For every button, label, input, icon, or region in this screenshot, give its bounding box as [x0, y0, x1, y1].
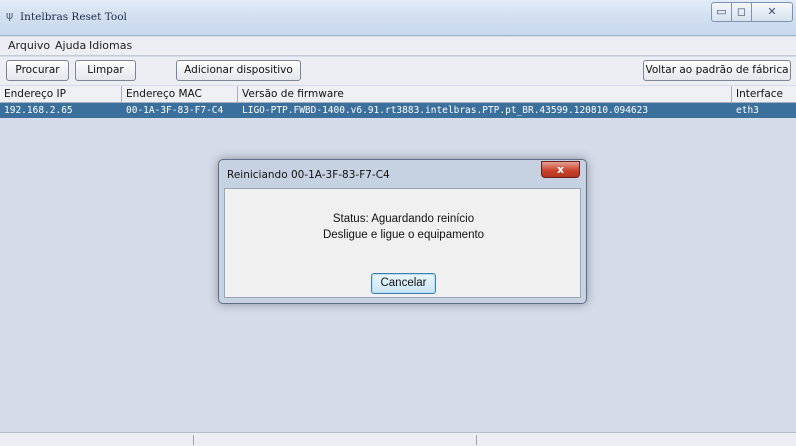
window-titlebar: ψ Intelbras Reset Tool ▭ ◻ ✕ — [0, 0, 796, 36]
menu-idiomas[interactable]: Idiomas — [89, 39, 132, 52]
cell-interface: eth3 — [736, 105, 759, 116]
cell-firmware: LIGO-PTP.FWBD-1400.v6.91.rt3883.intelbra… — [242, 105, 649, 116]
status-divider — [476, 435, 477, 445]
menu-arquivo[interactable]: Arquivo — [8, 39, 50, 52]
add-device-button[interactable]: Adicionar dispositivo — [176, 60, 301, 81]
column-header-firmware[interactable]: Versão de firmware — [238, 86, 732, 103]
table-header: Endereço IP Endereço MAC Versão de firmw… — [0, 86, 796, 103]
dialog-instruction-text: Desligue e ligue o equipamento — [322, 229, 485, 241]
restart-dialog: Reiniciando 00-1A-3F-83-F7-C4 x Status: … — [218, 159, 587, 304]
column-header-mac[interactable]: Endereço MAC — [122, 86, 238, 103]
search-button[interactable]: Procurar — [6, 60, 69, 81]
column-header-interface[interactable]: Interface — [732, 86, 796, 103]
close-window-button[interactable]: ✕ — [751, 2, 793, 22]
status-divider — [193, 435, 194, 445]
antenna-icon: ψ — [6, 9, 14, 22]
cell-ip: 192.168.2.65 — [4, 105, 73, 116]
cell-mac: 00-1A-3F-83-F7-C4 — [126, 105, 224, 116]
cancel-button[interactable]: Cancelar — [371, 273, 436, 294]
dialog-close-button[interactable]: x — [541, 161, 580, 178]
dialog-status-text: Status: Aguardando reinício — [332, 213, 475, 225]
dialog-body: Status: Aguardando reinício Desligue e l… — [224, 188, 581, 298]
minimize-button[interactable]: ▭ — [711, 2, 732, 22]
toolbar: Procurar Limpar Adicionar dispositivo Vo… — [0, 57, 796, 85]
table-row[interactable]: 192.168.2.65 00-1A-3F-83-F7-C4 LIGO-PTP.… — [0, 103, 796, 118]
column-header-ip[interactable]: Endereço IP — [0, 86, 122, 103]
clear-button[interactable]: Limpar — [75, 60, 136, 81]
menu-bar: Arquivo Ajuda Idiomas — [0, 37, 796, 56]
status-bar — [0, 432, 796, 446]
factory-reset-button[interactable]: Voltar ao padrão de fábrica — [643, 60, 791, 81]
maximize-button[interactable]: ◻ — [731, 2, 752, 22]
menu-ajuda[interactable]: Ajuda — [55, 39, 86, 52]
window-title: Intelbras Reset Tool — [20, 11, 127, 23]
dialog-title: Reiniciando 00-1A-3F-83-F7-C4 — [227, 169, 390, 181]
